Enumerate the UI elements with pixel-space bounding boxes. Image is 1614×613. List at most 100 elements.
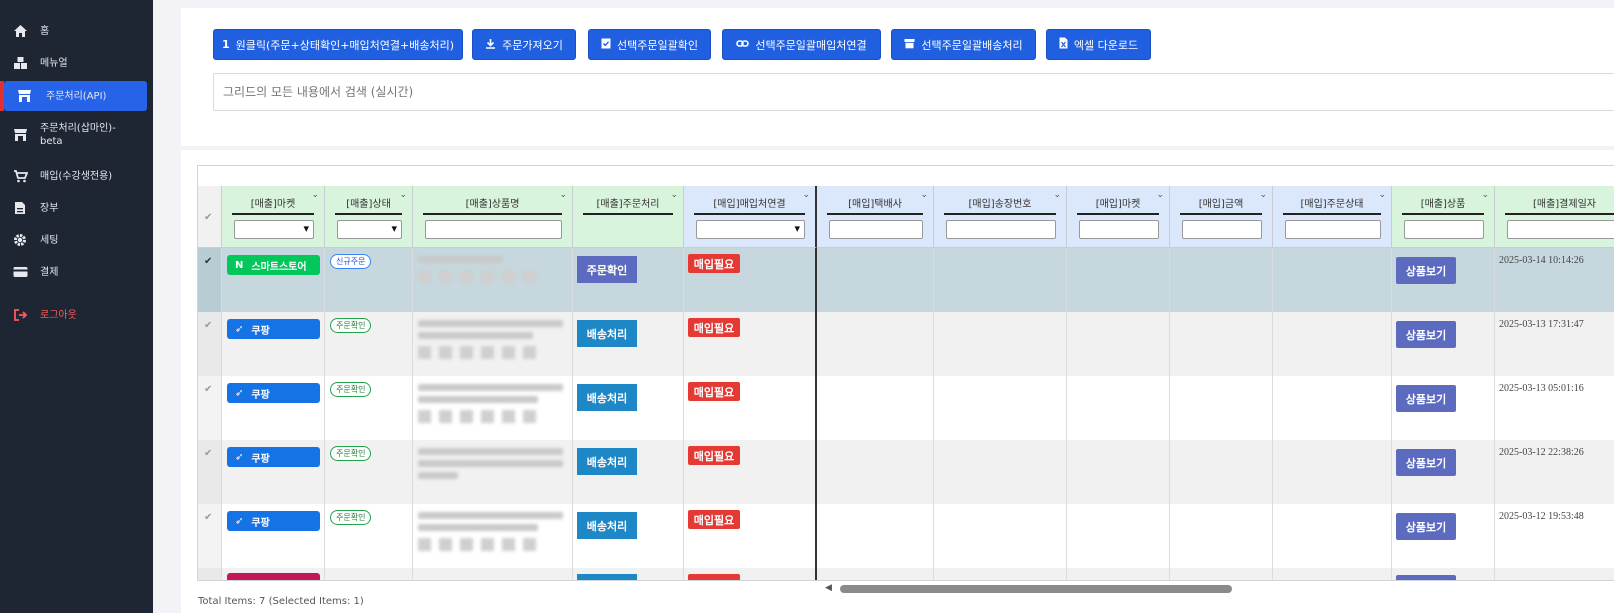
table-row[interactable] [198,568,1614,580]
fetch-orders-button[interactable]: 주문가져오기 [472,29,576,60]
product-filter-input[interactable] [425,220,562,239]
view-product-button[interactable]: 상품보기 [1396,257,1456,284]
grid-search-input[interactable] [213,73,1614,111]
header-label: [매입]마켓 [1095,199,1141,210]
bulk-confirm-button[interactable]: 선택주문일괄확인 [588,29,711,60]
chevron-down-icon[interactable]: ⌄ [1053,190,1061,200]
view-product-button[interactable] [1396,575,1456,580]
table-row[interactable]: ✔ N 스마트스토어 신규주문 주문확인 매입필요 상품보기 2025-03-14… [198,248,1614,312]
chevron-down-icon[interactable]: ⌄ [399,190,407,200]
view-product-button[interactable]: 상품보기 [1396,513,1456,540]
view-product-button[interactable]: 상품보기 [1396,449,1456,476]
chevron-down-icon[interactable]: ⌄ [559,190,567,200]
chevron-down-icon[interactable]: ⌄ [802,190,810,200]
one-click-button[interactable]: 1 원클릭(주문+상태확인+매입처연결+배송처리) [213,29,463,60]
courier-filter-input[interactable] [829,220,923,239]
table-row[interactable]: ✔ ➶ 쿠팡 주문확인 배송처리 매입필요 상품보기 2025-03-13 17:… [198,312,1614,376]
purchase-needed-badge[interactable]: 매입필요 [688,318,740,337]
cell-market [222,568,325,580]
ship-order-button[interactable]: 배송처리 [577,448,637,475]
row-checkbox[interactable]: ✔ [198,440,222,504]
invoice-filter-input[interactable] [946,220,1056,239]
chevron-down-icon[interactable]: ⌄ [1481,190,1489,200]
purchase-status-filter-input[interactable] [1285,220,1381,239]
purchase-needed-badge[interactable]: 매입필요 [688,254,740,273]
ship-order-button[interactable]: 배송처리 [577,384,637,411]
sidebar-item-order-shopmine[interactable]: 주문처리(삽마인)-beta [0,120,153,150]
gear-icon [12,232,28,248]
rocket-icon: ➶ [235,387,244,399]
purchase-needed-badge[interactable]: 매입필요 [688,446,740,465]
col-header-paydate[interactable]: [매출]결제일자 [1495,186,1614,248]
sidebar-item-logout[interactable]: 로그아웃 [0,304,153,326]
horizontal-scrollbar[interactable]: ◀ [820,583,1610,595]
col-header-supplier[interactable]: [매입]매입처연결 ⌄ [684,186,817,248]
col-header-status[interactable]: [매출]상태 ⌄ [325,186,413,248]
sidebar-item-ledger[interactable]: 장부 [0,197,153,219]
cell-process: 배송처리 [573,440,684,504]
view-product-button[interactable]: 상품보기 [1396,321,1456,348]
header-label: [매출]마켓 [250,199,296,210]
market-badge: ➶ 쿠팡 [227,383,320,403]
chevron-down-icon[interactable]: ⌄ [1378,190,1386,200]
sidebar-item-purchase[interactable]: 매입(수강생전용) [0,165,153,187]
col-header-purchase-status[interactable]: [매입]주문상태 ⌄ [1273,186,1392,248]
sidebar-item-payment[interactable]: 결제 [0,261,153,283]
purchase-market-filter-input[interactable] [1079,220,1159,239]
paydate-filter-input[interactable] [1507,220,1614,239]
header-underline [1283,213,1381,215]
chevron-down-icon[interactable]: ⌄ [670,190,678,200]
col-header-courier[interactable]: [매입]택배사 ⌄ [817,186,934,248]
col-header-purchase-market[interactable]: [매입]마켓 ⌄ [1067,186,1170,248]
view-product-button[interactable]: 상품보기 [1396,385,1456,412]
purchase-needed-badge[interactable] [688,574,740,580]
sidebar-item-settings[interactable]: 세팅 [0,229,153,251]
col-header-invoice[interactable]: [매입]송장번호 ⌄ [934,186,1067,248]
bulk-ship-button[interactable]: 선택주문일괄배송처리 [891,29,1036,60]
chevron-down-icon[interactable]: ⌄ [1156,190,1164,200]
cell-product [413,440,573,504]
table-row[interactable]: ✔ ➶ 쿠팡 주문확인 배송처리 매입필요 상품보기 2025-03-13 05:… [198,376,1614,440]
confirm-order-button[interactable]: 주문확인 [577,256,637,283]
cell-goods: 상품보기 [1392,312,1495,376]
col-header-process[interactable]: [매출]주문처리 ⌄ [573,186,684,248]
market-filter-select[interactable] [234,220,314,239]
chevron-down-icon[interactable]: ⌄ [920,190,928,200]
sidebar-item-home[interactable]: 홈 [0,20,153,42]
cell-market: ➶ 쿠팡 [222,504,325,568]
col-header-product[interactable]: [매출]상품명 ⌄ [413,186,573,248]
sidebar-item-manual[interactable]: 메뉴얼 [0,52,153,74]
chevron-down-icon[interactable]: ⌄ [311,190,319,200]
header-underline [423,213,562,215]
goods-filter-input[interactable] [1404,220,1484,239]
amount-filter-input[interactable] [1182,220,1262,239]
row-checkbox[interactable]: ✔ [198,504,222,568]
purchase-needed-badge[interactable]: 매입필요 [688,382,740,401]
bulk-link-supplier-button[interactable]: 선택주문일괄매입처연결 [722,29,881,60]
status-filter-select[interactable] [337,220,402,239]
select-all-header[interactable]: ✔ [198,186,222,248]
ship-order-button[interactable]: 배송처리 [577,320,637,347]
table-row[interactable]: ✔ ➶ 쿠팡 주문확인 배송처리 매입필요 상품보기 2025-03-12 22:… [198,440,1614,504]
status-badge: 주문확인 [330,446,372,461]
row-checkbox[interactable]: ✔ [198,312,222,376]
chevron-down-icon[interactable]: ⌄ [1259,190,1267,200]
table-row[interactable]: ✔ ➶ 쿠팡 주문확인 배송처리 매입필요 상품보기 2025-03-12 19:… [198,504,1614,568]
col-header-amount[interactable]: [매입]금액 ⌄ [1170,186,1273,248]
scroll-left-arrow-icon[interactable]: ◀ [825,583,832,593]
supplier-filter-select[interactable] [696,220,805,239]
col-header-goods[interactable]: [매출]상품 ⌄ [1392,186,1495,248]
excel-download-button[interactable]: 엑셀 다운로드 [1046,29,1151,60]
ship-order-button[interactable]: 배송처리 [577,512,637,539]
cell-goods: 상품보기 [1392,440,1495,504]
row-checkbox[interactable] [198,568,222,580]
row-checkbox[interactable]: ✔ [198,248,222,312]
scrollbar-thumb[interactable] [840,585,1232,593]
purchase-needed-badge[interactable]: 매입필요 [688,510,740,529]
sidebar-item-order-api[interactable]: 주문처리(API) [4,81,147,111]
document-icon [12,200,28,216]
cell-purchase-status [1273,440,1392,504]
ship-order-button[interactable] [577,574,637,580]
col-header-market[interactable]: [매출]마켓 ⌄ [222,186,325,248]
row-checkbox[interactable]: ✔ [198,376,222,440]
